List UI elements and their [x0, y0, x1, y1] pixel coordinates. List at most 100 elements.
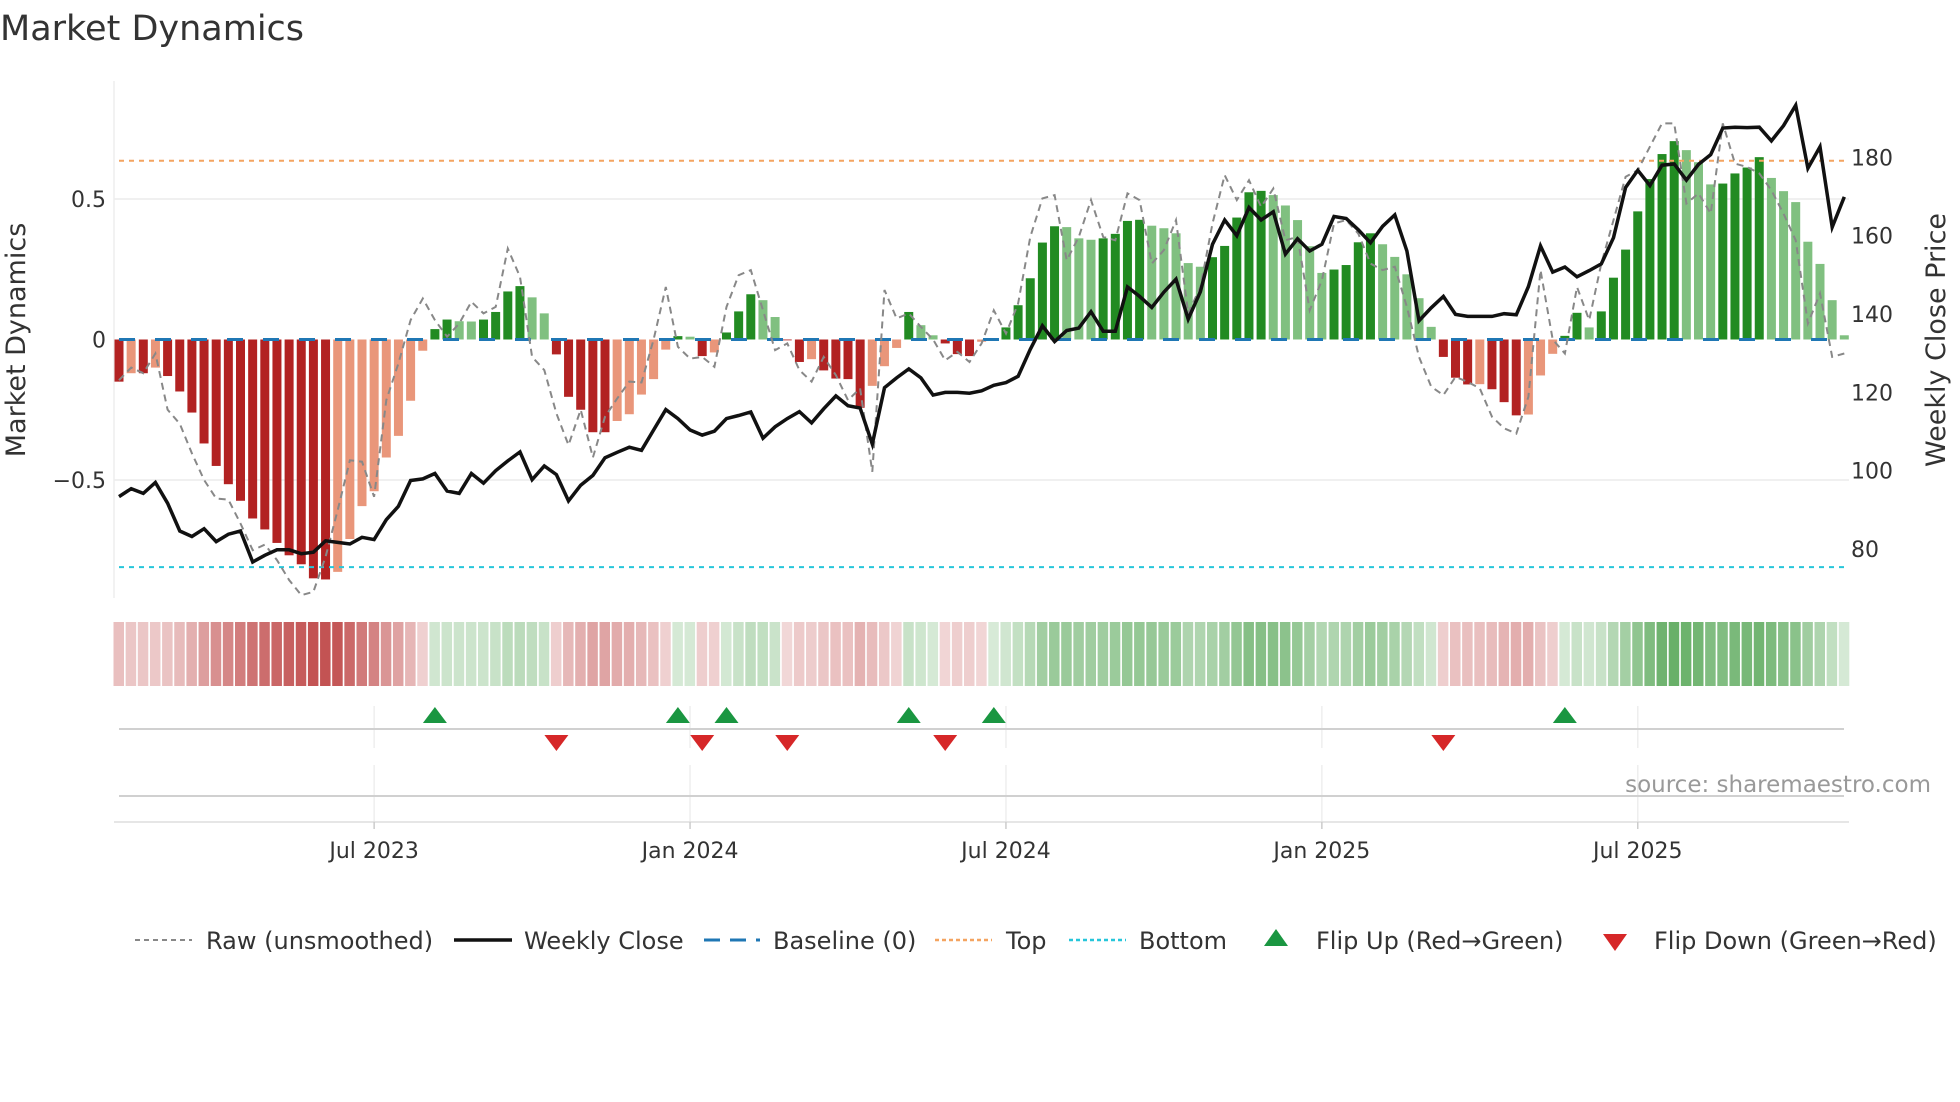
heat-cell [538, 622, 550, 686]
bar [1208, 257, 1217, 340]
y2-axis-title: Weekly Close Price [1921, 213, 1952, 467]
x-ticks: Jul 2023 Jan 2024 Jul 2024 Jan 2025 Jul 2025 [327, 822, 1683, 864]
bar [855, 339, 865, 408]
bar [406, 339, 416, 401]
heat-cell [976, 622, 987, 686]
heat-cell [1073, 622, 1084, 686]
heat-cell [1838, 622, 1850, 686]
heat-cell [502, 622, 513, 686]
heat-cell [1194, 622, 1206, 686]
bar [1341, 265, 1351, 340]
bar [1621, 249, 1631, 340]
heat-cell [903, 622, 914, 686]
flip-up-marker [981, 707, 1006, 723]
heat-cell [1632, 622, 1643, 686]
heat-cell [1413, 622, 1425, 686]
bars-group [114, 141, 1849, 580]
bar [1754, 157, 1764, 340]
bar [369, 339, 379, 492]
bar [1329, 269, 1339, 340]
bar [199, 339, 209, 444]
heat-cell [429, 622, 440, 686]
heat-cell [1474, 622, 1485, 686]
heat-cell [1498, 622, 1510, 686]
bar [479, 319, 488, 340]
heat-cell [1729, 622, 1740, 686]
heat-cell [1814, 622, 1825, 686]
heat-cell [1134, 622, 1145, 686]
heat-cell [271, 622, 282, 686]
heat-cell [830, 622, 841, 686]
heat-cell [623, 622, 635, 686]
heat-cell [356, 622, 367, 686]
heat-cell [1802, 622, 1813, 686]
heat-cell [283, 622, 295, 686]
heat-cell [721, 622, 732, 686]
heat-cell [1425, 622, 1437, 686]
heat-cell [1352, 622, 1364, 686]
right-y-ticks: 180 160 140 120 100 80 [1851, 146, 1893, 563]
bar [843, 339, 853, 380]
bar [746, 294, 756, 340]
bar [734, 311, 744, 340]
heat-cell [453, 622, 465, 686]
legend-close-label: Weekly Close [524, 927, 684, 955]
heat-cell [1790, 622, 1801, 686]
heat-cell [891, 622, 902, 686]
heat-cell [1522, 622, 1534, 686]
bar [879, 339, 889, 367]
heat-cell [368, 622, 380, 686]
bar [1122, 220, 1132, 340]
bar [1608, 277, 1618, 340]
flip-up-marker [896, 707, 921, 723]
heat-cell [1207, 622, 1218, 686]
heat-cell [1340, 622, 1352, 686]
bar [1523, 339, 1533, 415]
heat-cell [599, 622, 610, 686]
bar [794, 339, 804, 362]
heat-cell [927, 622, 939, 686]
bar [345, 339, 355, 539]
flip-down-marker [1431, 735, 1456, 751]
bar [831, 339, 841, 379]
heat-cell [587, 622, 598, 686]
bar [1378, 244, 1388, 340]
bar [564, 339, 574, 397]
bar [491, 311, 501, 340]
bar [1766, 177, 1776, 340]
bar [1839, 335, 1849, 340]
heat-cell [1097, 622, 1109, 686]
heat-cell [563, 622, 574, 686]
x-tick-label: Jan 2025 [1271, 839, 1370, 864]
bar [1827, 300, 1837, 340]
bar [260, 339, 270, 530]
y-tick-label: 0 [92, 329, 106, 354]
bar [782, 339, 792, 341]
bar [807, 339, 817, 360]
bar [624, 339, 634, 415]
heat-cell [1486, 622, 1497, 686]
y2-tick-label: 100 [1851, 460, 1893, 485]
heat-cell [149, 622, 161, 686]
heat-cell [1571, 622, 1582, 686]
bar [381, 339, 391, 458]
x-tick-label: Jul 2024 [959, 839, 1051, 864]
y2-tick-label: 180 [1851, 146, 1893, 171]
heat-cell [1279, 622, 1291, 686]
heat-cell [1304, 622, 1315, 686]
heat-cell [1389, 622, 1400, 686]
bar [1730, 173, 1740, 340]
bar [503, 291, 513, 340]
bar [1645, 179, 1655, 340]
heat-cell [818, 622, 829, 686]
bar [636, 339, 646, 395]
legend-bottom-label: Bottom [1139, 927, 1227, 955]
bar [1305, 246, 1315, 340]
heat-cell [1170, 622, 1182, 686]
heat-cell [526, 622, 538, 686]
bar [1438, 339, 1448, 357]
heat-cell [247, 622, 258, 686]
bar [1426, 326, 1436, 340]
heat-cell [575, 622, 586, 686]
heat-cell [1012, 622, 1024, 686]
